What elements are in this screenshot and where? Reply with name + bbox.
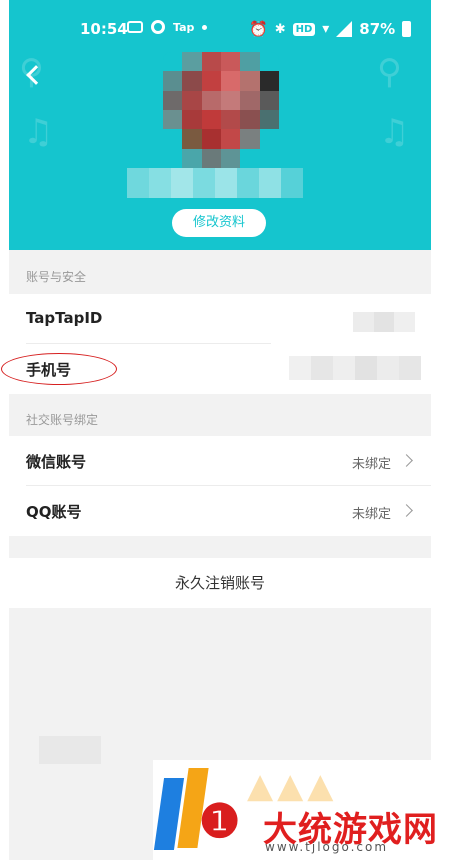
phone-number-redacted — [289, 356, 421, 380]
row-value-qq: 未绑定 — [351, 507, 391, 522]
phone-screen: ⚲ ♫ ⚲ ♫ 10:54 Tap ⏰ ✱ HD ▾ 87% 修改资料 账号与安… — [9, 0, 431, 860]
status-notifications: Tap — [127, 20, 208, 34]
music-icon-decor: ♫ — [379, 112, 410, 152]
alarm-icon: ⏰ — [249, 20, 268, 38]
row-label-qq: QQ账号 — [26, 503, 82, 521]
game-controller-icon — [127, 21, 143, 33]
row-qq[interactable]: QQ账号 未绑定 — [9, 486, 431, 536]
chevron-right-icon — [400, 504, 413, 517]
section-title-account-security: 账号与安全 — [26, 270, 87, 284]
row-taptap-id[interactable]: TapTapID — [9, 294, 431, 344]
section-title-social-binding: 社交账号绑定 — [26, 413, 99, 427]
avatar[interactable] — [163, 52, 279, 168]
status-bar: 10:54 Tap ⏰ ✱ HD ▾ 87% — [9, 16, 431, 44]
record-icon — [151, 20, 165, 34]
battery-percent: 87% — [359, 20, 396, 38]
search-icon-decor: ⚲ — [377, 52, 402, 92]
profile-header: ⚲ ♫ ⚲ ♫ 10:54 Tap ⏰ ✱ HD ▾ 87% 修改资料 — [9, 0, 431, 250]
row-value-wechat: 未绑定 — [351, 457, 391, 472]
annotation-ellipse — [1, 353, 117, 385]
row-wechat[interactable]: 微信账号 未绑定 — [9, 436, 431, 486]
bluetooth-icon: ✱ — [274, 21, 286, 37]
music-icon-decor: ♫ — [23, 112, 54, 152]
watermark: ❶ ▲▲▲ 大统游戏网 www.tjlogo.com — [153, 760, 451, 860]
status-system-icons: ⏰ ✱ HD ▾ 87% — [249, 20, 412, 38]
username-redacted — [127, 168, 303, 198]
watermark-url: www.tjlogo.com — [265, 840, 389, 854]
edit-profile-button[interactable]: 修改资料 — [172, 209, 266, 237]
social-binding-card: 微信账号 未绑定 QQ账号 未绑定 — [9, 436, 431, 536]
dot-icon — [202, 24, 208, 30]
back-button[interactable] — [23, 60, 47, 90]
battery-icon — [402, 21, 412, 37]
watermark-faded-glyphs: ▲▲▲ — [247, 766, 338, 806]
delete-account-button[interactable]: 永久注销账号 — [9, 558, 431, 608]
signal-icon — [336, 21, 353, 37]
taptap-id-redacted — [353, 312, 416, 332]
row-label-taptap-id: TapTapID — [26, 309, 103, 327]
wifi-icon: ▾ — [322, 21, 330, 37]
status-time: 10:54 — [80, 20, 128, 38]
redacted-block — [39, 736, 101, 764]
hd-icon: HD — [292, 22, 316, 36]
row-label-wechat: 微信账号 — [26, 453, 87, 471]
watermark-logo: ❶ — [153, 768, 240, 852]
chevron-right-icon — [400, 454, 413, 467]
logo-mark: ❶ — [199, 794, 241, 848]
tap-icon: Tap — [173, 20, 195, 34]
